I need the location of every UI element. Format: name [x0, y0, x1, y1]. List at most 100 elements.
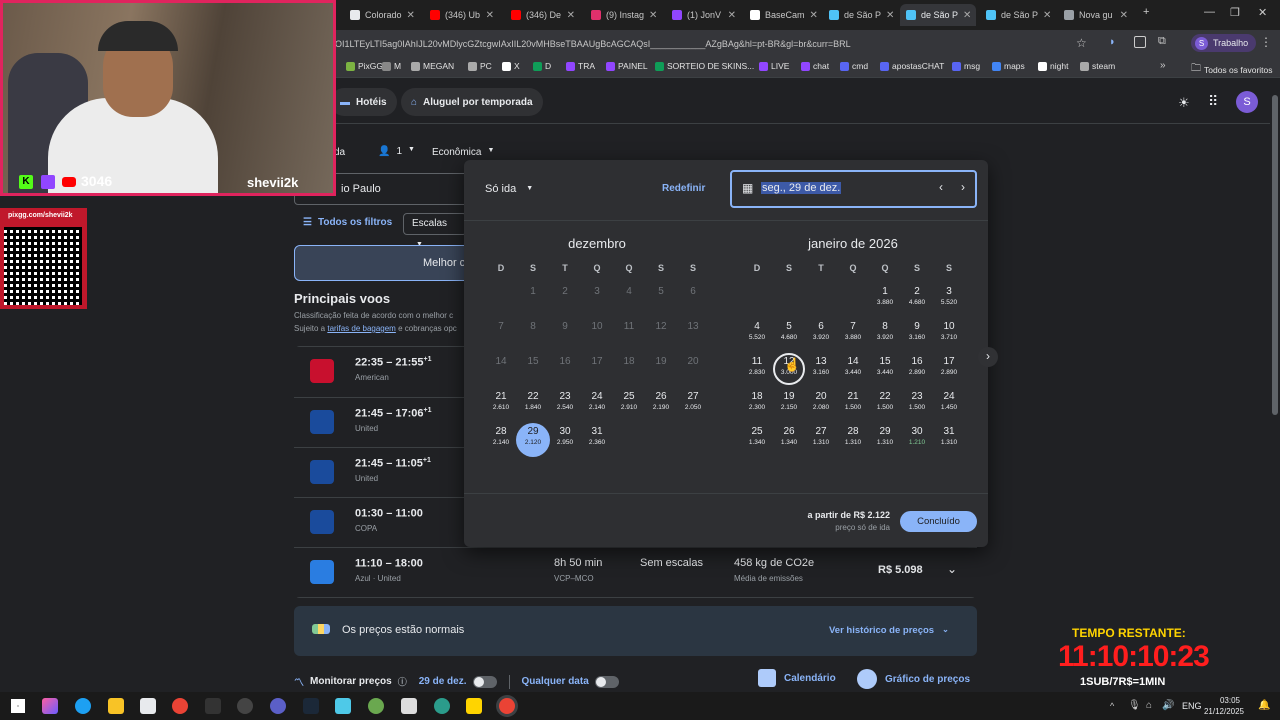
- bookmark-item[interactable]: PAINEL: [606, 61, 648, 71]
- hotels-tab[interactable]: ▬ Hotéis: [330, 88, 397, 116]
- page-scrollbar[interactable]: [1272, 95, 1278, 415]
- bookmark-item[interactable]: chat: [801, 61, 829, 71]
- calendar-day[interactable]: 5 4.680: [773, 321, 805, 341]
- extension-icon[interactable]: ◗: [1109, 36, 1116, 48]
- calendar-day[interactable]: 21 1.500: [837, 391, 869, 411]
- calendar-day[interactable]: 22 1.500: [869, 391, 901, 411]
- passengers-select[interactable]: 👤 1 ▼: [378, 146, 415, 157]
- settings-icon[interactable]: [237, 698, 253, 714]
- expand-chevron-icon[interactable]: ⌄: [947, 562, 957, 576]
- calendar-day[interactable]: 16: [549, 356, 581, 367]
- calendar-day[interactable]: 28 2.140: [485, 426, 517, 446]
- network-icon[interactable]: ⌂: [1146, 700, 1152, 711]
- url-field[interactable]: OI1LTEyLTI5ag0IAhIJL20vMDlycGZtcgwIAxIIL…: [335, 35, 1095, 53]
- calendar-day[interactable]: 9: [549, 321, 581, 332]
- done-button[interactable]: Concluído: [900, 511, 977, 532]
- calendar-day[interactable]: 13: [677, 321, 709, 332]
- discord-icon[interactable]: [270, 698, 286, 714]
- close-tab-icon[interactable]: ✕: [407, 10, 415, 21]
- close-tab-icon[interactable]: ✕: [810, 10, 818, 21]
- copilot-icon[interactable]: [42, 698, 58, 714]
- chrome-active-icon[interactable]: [499, 698, 515, 714]
- bookmark-item[interactable]: D: [533, 61, 551, 71]
- rentals-tab[interactable]: ⌂ Aluguel por temporada: [401, 88, 543, 116]
- calendar-day[interactable]: 22 1.840: [517, 391, 549, 411]
- calendar-day[interactable]: 28 1.310: [837, 426, 869, 446]
- calendar-day[interactable]: 17: [581, 356, 613, 367]
- calendar-day[interactable]: 19: [645, 356, 677, 367]
- close-tab-icon[interactable]: ✕: [728, 10, 736, 21]
- app-icon-5[interactable]: [466, 698, 482, 714]
- calendar-view-button[interactable]: Calendário: [758, 669, 836, 687]
- bookmark-item[interactable]: TRA: [566, 61, 595, 71]
- profile-chip[interactable]: S Trabalho: [1191, 34, 1257, 52]
- bookmark-item[interactable]: PC: [468, 61, 492, 71]
- more-bookmarks-icon[interactable]: »: [1160, 60, 1166, 71]
- price-graph-button[interactable]: Gráfico de preços: [857, 669, 970, 689]
- calendar-day[interactable]: 16 2.890: [901, 356, 933, 376]
- browser-tab[interactable]: de São P ✕: [900, 4, 976, 26]
- calendar-day[interactable]: 21 2.610: [485, 391, 517, 411]
- price-history-link[interactable]: Ver histórico de preços ⌄: [829, 625, 949, 636]
- menu-dots-icon[interactable]: ⋮: [1260, 35, 1272, 49]
- bookmark-item[interactable]: PixGG: [346, 61, 383, 71]
- calendar-day[interactable]: 7: [485, 321, 517, 332]
- bookmark-item[interactable]: cmd: [840, 61, 868, 71]
- calendar-day[interactable]: 23 1.500: [901, 391, 933, 411]
- calendar-day[interactable]: 12: [645, 321, 677, 332]
- browser-tab[interactable]: de São P ✕: [980, 4, 1056, 26]
- calendar-day[interactable]: 17 2.890: [933, 356, 965, 376]
- calendar-day[interactable]: 6: [677, 286, 709, 297]
- close-tab-icon[interactable]: ✕: [567, 10, 575, 21]
- calendar-day[interactable]: 14 3.440: [837, 356, 869, 376]
- calendar-day[interactable]: 15 3.440: [869, 356, 901, 376]
- calendar-day[interactable]: 2 4.680: [901, 286, 933, 306]
- close-tab-icon[interactable]: ✕: [1120, 10, 1128, 21]
- tray-overflow-icon[interactable]: ^: [1110, 701, 1114, 711]
- close-tab-icon[interactable]: ✕: [963, 10, 971, 21]
- calendar-day[interactable]: 13 3.160: [805, 356, 837, 376]
- browser-tab[interactable]: Colorado ✕: [344, 4, 418, 26]
- minimize-icon[interactable]: —: [1204, 6, 1215, 18]
- calendar-day[interactable]: 25 1.340: [741, 426, 773, 446]
- app-icon-3[interactable]: [368, 698, 384, 714]
- calculator-icon[interactable]: [401, 698, 417, 714]
- account-avatar[interactable]: S: [1236, 91, 1258, 113]
- calendar-day[interactable]: 5: [645, 286, 677, 297]
- all-filters-button[interactable]: ☰ Todos os filtros: [303, 217, 392, 228]
- edge-icon[interactable]: [75, 698, 91, 714]
- calendar-day[interactable]: 25 2.910: [613, 391, 645, 411]
- calendar-day[interactable]: 2: [549, 286, 581, 297]
- calendar-day[interactable]: 26 1.340: [773, 426, 805, 446]
- calendar-day[interactable]: 29 1.310: [869, 426, 901, 446]
- best-flights-tab[interactable]: Melhor c: [294, 245, 470, 281]
- browser-tab[interactable]: (9) Instag ✕: [585, 4, 661, 26]
- calendar-day[interactable]: 19 2.150: [773, 391, 805, 411]
- calendar-day[interactable]: 26 2.190: [645, 391, 677, 411]
- store-icon[interactable]: [140, 698, 156, 714]
- calendar-day[interactable]: 18: [613, 356, 645, 367]
- browser-tab[interactable]: (1) JonV ✕: [666, 4, 742, 26]
- calendar-day[interactable]: 3: [581, 286, 613, 297]
- notification-icon[interactable]: 🔔: [1258, 700, 1270, 711]
- windows-start-icon[interactable]: [11, 699, 25, 713]
- calendar-day[interactable]: 14: [485, 356, 517, 367]
- calendar-day[interactable]: 30 2.950: [549, 426, 581, 446]
- baggage-fees-link[interactable]: tarifas de bagagem: [327, 324, 396, 333]
- calendar-day[interactable]: 8 3.920: [869, 321, 901, 341]
- bookmark-item[interactable]: msg: [952, 61, 980, 71]
- file-explorer-icon[interactable]: [108, 698, 124, 714]
- browser-tab[interactable]: Nova gu ✕: [1058, 4, 1134, 26]
- calendar-day[interactable]: 3 5.520: [933, 286, 965, 306]
- bookmark-item[interactable]: maps: [992, 61, 1025, 71]
- calendar-day[interactable]: 31 1.310: [933, 426, 965, 446]
- calendar-day[interactable]: 27 2.050: [677, 391, 709, 411]
- new-tab-button[interactable]: +: [1143, 6, 1149, 18]
- class-select[interactable]: Econômica ▼: [432, 147, 494, 158]
- calendar-day[interactable]: 20 2.080: [805, 391, 837, 411]
- clock-date[interactable]: 21/12/2025: [1196, 707, 1244, 716]
- close-tab-icon[interactable]: ✕: [886, 10, 894, 21]
- calendar-day[interactable]: 1 3.880: [869, 286, 901, 306]
- flight-row[interactable]: 11:10 – 18:00 Azul · United 8h 50 min VCP–M…: [294, 547, 977, 597]
- apps-grid-icon[interactable]: ⠿: [1208, 93, 1218, 110]
